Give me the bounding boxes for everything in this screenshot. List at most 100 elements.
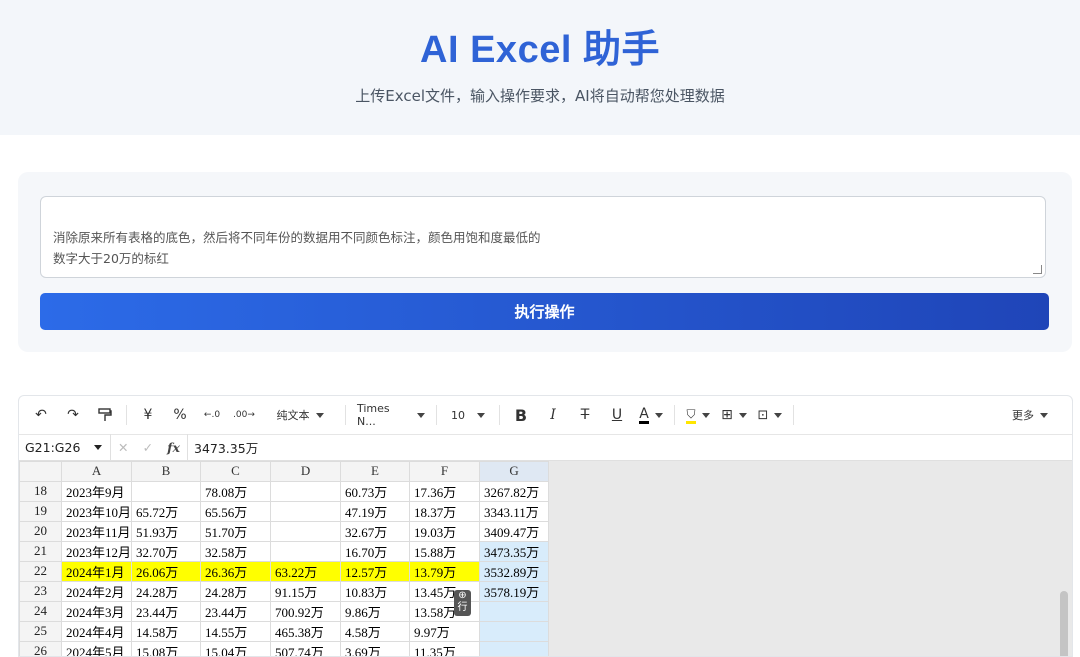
decrease-decimal-icon[interactable]: .00→ [228, 401, 260, 429]
format-painter-icon[interactable] [89, 401, 121, 429]
italic-icon[interactable]: I [537, 401, 569, 429]
row-header[interactable]: 18 [19, 480, 62, 502]
cell[interactable]: 9.97万 [409, 620, 481, 642]
column-header-c[interactable]: C [200, 461, 272, 482]
cell[interactable] [479, 640, 550, 656]
execute-button[interactable]: 执行操作 [40, 293, 1049, 330]
cell[interactable]: 2023年10月 [60, 500, 133, 522]
cell[interactable]: 3532.89万 [479, 560, 550, 582]
strikethrough-icon[interactable]: T [569, 401, 601, 429]
increase-decimal-icon[interactable]: ←.0 [196, 401, 228, 429]
redo-icon[interactable]: ↷ [57, 401, 89, 429]
cell[interactable]: 16.70万 [340, 540, 411, 562]
cell[interactable]: 24.28万 [200, 580, 272, 602]
cell[interactable]: 2024年4月 [60, 620, 133, 642]
number-format-select[interactable]: 纯文本 [260, 401, 340, 429]
cell[interactable]: 3343.11万 [479, 500, 550, 522]
cell[interactable] [270, 540, 342, 562]
cell[interactable]: 13.79万 [409, 560, 481, 582]
cell[interactable]: 26.36万 [200, 560, 272, 582]
cell[interactable] [270, 480, 342, 502]
confirm-icon[interactable]: ✓ [143, 440, 153, 455]
cell[interactable]: 2024年5月 [60, 640, 133, 656]
cell[interactable]: 2023年9月 [60, 480, 133, 502]
cell[interactable]: 11.35万 [409, 640, 481, 656]
cell[interactable]: 15.88万 [409, 540, 481, 562]
cell[interactable]: 2023年11月 [60, 520, 133, 542]
row-header[interactable]: 19 [19, 500, 62, 522]
font-size-select[interactable]: 10 [442, 401, 494, 429]
cell[interactable]: 32.58万 [200, 540, 272, 562]
row-header[interactable]: 22 [19, 560, 62, 582]
font-family-select[interactable]: Times N... [351, 401, 431, 429]
cell[interactable]: 507.74万 [270, 640, 342, 656]
cell[interactable]: 63.22万 [270, 560, 342, 582]
cell[interactable]: 32.70万 [131, 540, 202, 562]
underline-icon[interactable]: U [601, 401, 633, 429]
cell[interactable]: 3267.82万 [479, 480, 550, 502]
cell[interactable]: 60.73万 [340, 480, 411, 502]
undo-icon[interactable]: ↶ [25, 401, 57, 429]
cell[interactable] [479, 600, 550, 622]
cell[interactable]: 15.04万 [200, 640, 272, 656]
column-header-e[interactable]: E [340, 461, 411, 482]
cell[interactable]: 47.19万 [340, 500, 411, 522]
cell[interactable]: 3578.19万 [479, 580, 550, 602]
column-header-f[interactable]: F [409, 461, 481, 482]
cell[interactable]: 78.08万 [200, 480, 272, 502]
cell[interactable]: 465.38万 [270, 620, 342, 642]
merge-cells-button[interactable]: ⊡ [752, 401, 788, 429]
function-icon[interactable]: fx [167, 440, 180, 455]
column-header-b[interactable]: B [131, 461, 202, 482]
column-header-d[interactable]: D [270, 461, 342, 482]
font-color-button[interactable]: A [633, 401, 669, 429]
cell[interactable]: 51.93万 [131, 520, 202, 542]
fill-color-button[interactable]: ⛉ [680, 401, 716, 429]
row-header[interactable]: 24 [19, 600, 62, 622]
cell[interactable] [270, 520, 342, 542]
cell[interactable]: 91.15万 [270, 580, 342, 602]
cell[interactable]: 2023年12月 [60, 540, 133, 562]
cell[interactable]: 3473.35万 [479, 540, 550, 562]
cell[interactable]: 15.08万 [131, 640, 202, 656]
resize-handle-icon[interactable] [1033, 265, 1042, 274]
cell[interactable]: 3409.47万 [479, 520, 550, 542]
vertical-scrollbar[interactable] [1060, 591, 1068, 656]
row-header[interactable]: 21 [19, 540, 62, 562]
cell-reference-box[interactable]: G21:G26 [19, 434, 111, 460]
cell[interactable]: 2024年1月 [60, 560, 133, 582]
cancel-icon[interactable]: ✕ [118, 440, 128, 455]
cell[interactable]: 14.55万 [200, 620, 272, 642]
cell[interactable]: 10.83万 [340, 580, 411, 602]
more-button[interactable]: 更多 [1002, 401, 1058, 429]
cell[interactable]: 19.03万 [409, 520, 481, 542]
cell[interactable]: 9.86万 [340, 600, 411, 622]
cell[interactable]: 14.58万 [131, 620, 202, 642]
column-header-g[interactable]: G [479, 461, 550, 482]
cell[interactable]: 700.92万 [270, 600, 342, 622]
cell[interactable]: 26.06万 [131, 560, 202, 582]
cell[interactable]: 23.44万 [131, 600, 202, 622]
cell[interactable] [270, 500, 342, 522]
cell[interactable]: 24.28万 [131, 580, 202, 602]
cell[interactable]: 23.44万 [200, 600, 272, 622]
bold-icon[interactable]: B [505, 401, 537, 429]
percent-icon[interactable]: % [164, 401, 196, 429]
cell[interactable]: 2024年3月 [60, 600, 133, 622]
cell[interactable]: 4.58万 [340, 620, 411, 642]
cell[interactable]: 2024年2月 [60, 580, 133, 602]
corner-cell[interactable] [19, 461, 62, 482]
cell[interactable]: 17.36万 [409, 480, 481, 502]
borders-button[interactable]: ⊞ [716, 401, 752, 429]
row-header[interactable]: 20 [19, 520, 62, 542]
cell[interactable]: 51.70万 [200, 520, 272, 542]
row-header[interactable]: 23 [19, 580, 62, 602]
cell[interactable]: 65.72万 [131, 500, 202, 522]
row-header[interactable]: 25 [19, 620, 62, 642]
cell[interactable]: 65.56万 [200, 500, 272, 522]
cell[interactable]: 12.57万 [340, 560, 411, 582]
insert-row-badge[interactable]: ⊕ 行 [454, 590, 471, 616]
currency-icon[interactable]: ¥ [132, 401, 164, 429]
cell[interactable] [131, 480, 202, 502]
cell[interactable] [479, 620, 550, 642]
